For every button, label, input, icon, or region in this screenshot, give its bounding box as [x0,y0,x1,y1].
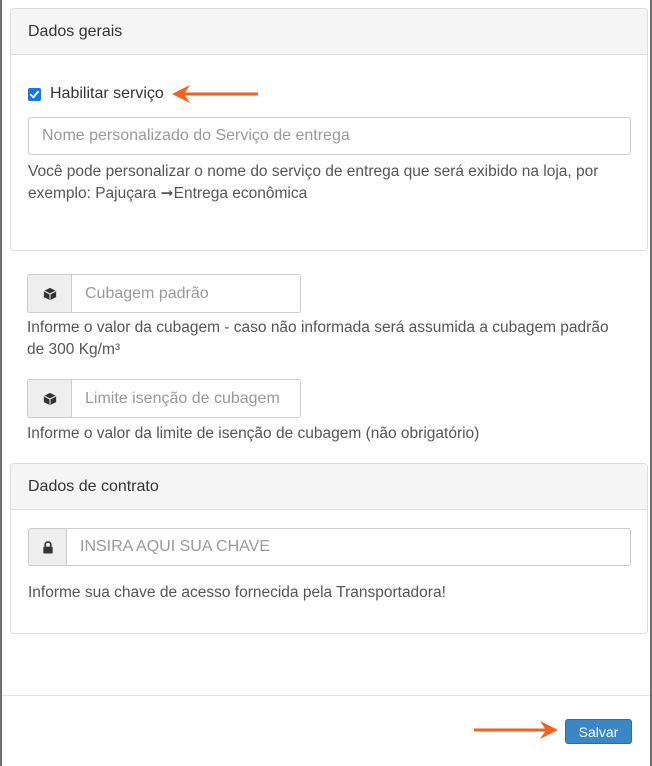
cube-icon [27,379,71,418]
cubage-limit-group: Limite isenção de cubagem [27,379,301,418]
save-button[interactable]: Salvar [565,719,632,744]
annotation-arrow-icon [172,85,258,103]
default-cubage-group: Cubagem padrão [27,274,301,313]
access-key-help: Informe sua chave de acesso fornecida pe… [28,584,446,601]
footer-divider [2,695,650,696]
cubage-limit-input[interactable]: Limite isenção de cubagem [71,379,301,418]
access-key-input[interactable]: INSIRA AQUI SUA CHAVE [66,528,631,566]
check-icon [29,90,40,98]
contract-panel: Dados de contrato INSIRA AQUI SUA CHAVE … [10,463,648,634]
cube-icon [27,274,71,313]
annotation-arrow-icon [474,721,558,739]
default-cubage-help: Informe o valor da cubagem - caso não in… [27,319,609,358]
cubage-limit-help: Informe o valor da limite de isenção de … [27,425,480,442]
enable-service-label[interactable]: Habilitar serviço [50,85,164,103]
access-key-group: INSIRA AQUI SUA CHAVE [28,528,631,566]
service-name-help: Você pode personalizar o nome do serviço… [28,163,599,202]
contract-panel-title: Dados de contrato [11,464,647,510]
general-panel: Dados gerais Habilitar serviço Nome pers… [10,8,648,251]
default-cubage-input[interactable]: Cubagem padrão [71,274,301,313]
service-name-input[interactable]: Nome personalizado do Serviço de entrega [28,117,631,155]
general-panel-title: Dados gerais [11,9,647,55]
lock-icon [28,528,66,566]
enable-service-checkbox[interactable] [28,87,41,101]
enable-service-row[interactable]: Habilitar serviço [28,85,164,103]
